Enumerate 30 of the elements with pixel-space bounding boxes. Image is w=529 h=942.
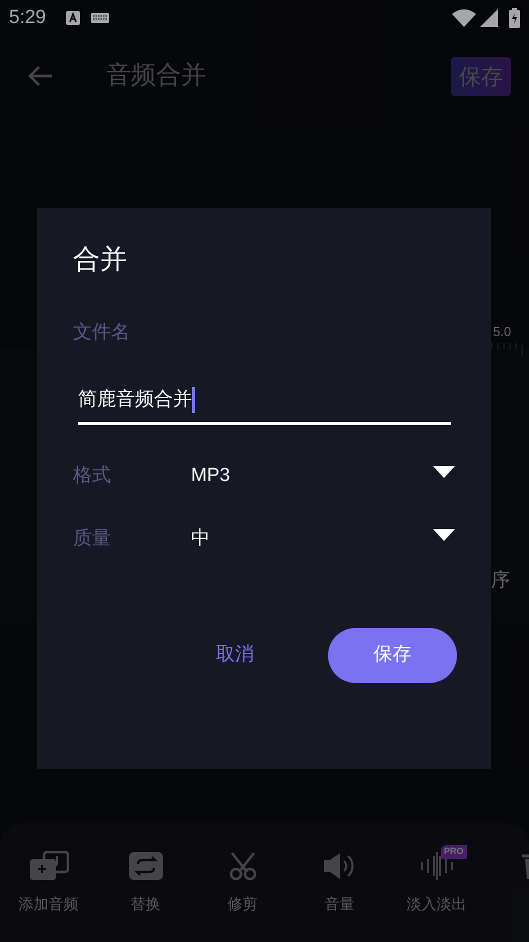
page-title: 音频合并 — [106, 60, 206, 92]
signal-icon — [480, 9, 498, 27]
side-label: 序 — [491, 569, 510, 593]
option-label: 格式 — [73, 464, 112, 488]
scissors-icon — [228, 852, 256, 880]
keyboard-icon — [90, 13, 109, 23]
add-audio-icon — [28, 851, 68, 881]
status-time: 5:29 — [9, 6, 46, 30]
toolbar-tool[interactable]: PRO 淡入淡出 — [388, 845, 485, 916]
dropdown-arrow-icon[interactable] — [433, 528, 455, 540]
cancel-button[interactable]: 取消 — [216, 641, 254, 670]
battery-icon — [509, 8, 520, 28]
speaker-icon — [322, 852, 356, 880]
toolbar-tool[interactable]: 音量 — [291, 845, 388, 916]
ruler-label: 5.0 — [493, 323, 512, 341]
filename-label: 文件名 — [73, 321, 130, 345]
option-value[interactable]: 中 — [191, 525, 433, 554]
toolbar-tool[interactable]: 替换 — [97, 845, 194, 916]
keyboard-a-icon — [66, 11, 80, 25]
option-label: 质量 — [73, 527, 112, 552]
toolbar-tool[interactable]: 修剪 — [194, 845, 291, 916]
swap-icon — [128, 852, 162, 880]
option-value[interactable]: MP3 — [191, 462, 433, 491]
confirm-button[interactable]: 保存 — [328, 628, 457, 683]
pro-badge: PRO — [441, 845, 467, 858]
filename-field[interactable]: 简鹿音频合并 — [78, 386, 451, 425]
dropdown-arrow-icon[interactable] — [433, 466, 455, 478]
wifi-icon — [452, 9, 476, 27]
dialog-title: 合并 — [73, 246, 127, 273]
toolbar-tool[interactable]: 添加音频 — [0, 845, 97, 916]
